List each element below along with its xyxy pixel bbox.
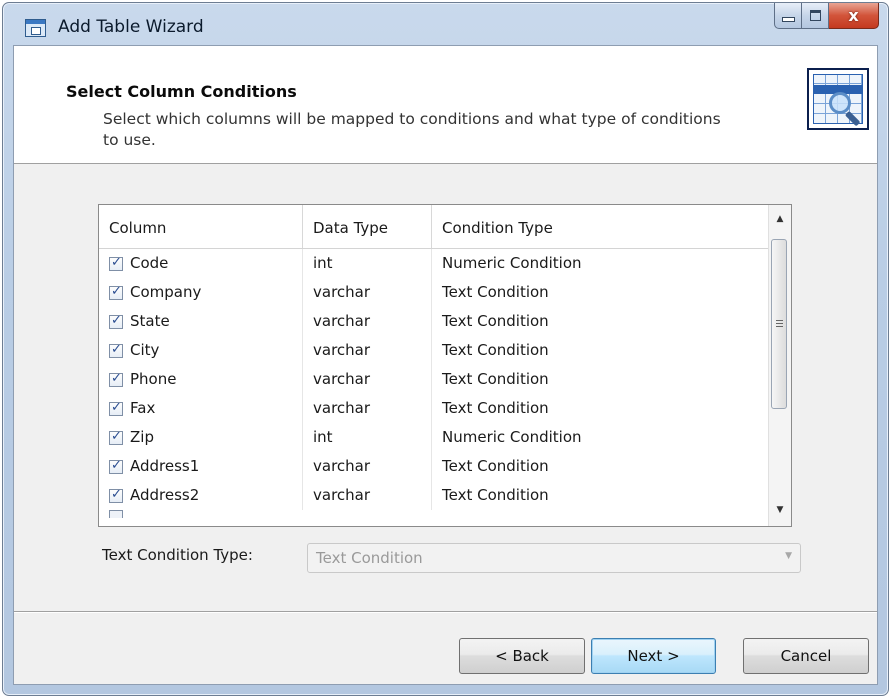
column-name: City (130, 341, 160, 359)
close-icon: x (848, 5, 859, 25)
maximize-button[interactable] (802, 3, 829, 29)
data-type-cell: varchar (303, 452, 432, 481)
cancel-button[interactable]: Cancel (743, 638, 869, 674)
data-type-cell: varchar (303, 481, 432, 510)
condition-type-cell[interactable]: Numeric Condition (432, 249, 769, 278)
table-row[interactable]: Company varcharText Condition (99, 278, 769, 307)
data-type-cell: int (303, 423, 432, 452)
column-name-cell: Company (99, 278, 303, 307)
data-type-cell: varchar (303, 365, 432, 394)
data-type-cell: varchar (303, 278, 432, 307)
column-header-condition-type[interactable]: Condition Type (432, 205, 769, 248)
table-row[interactable]: State varcharText Condition (99, 307, 769, 336)
column-conditions-grid[interactable]: Column Data Type Condition Type CodeintN… (98, 204, 792, 527)
data-type-cell: varchar (303, 394, 432, 423)
text-condition-type-value: Text Condition (316, 549, 423, 567)
text-condition-type-select[interactable]: Text Condition ▼ (307, 543, 801, 573)
scroll-down-arrow-icon[interactable]: ▼ (769, 498, 791, 522)
grip-icon (776, 320, 783, 328)
condition-type-cell[interactable]: Text Condition (432, 336, 769, 365)
row-checkbox[interactable] (109, 486, 123, 504)
column-name-cell: State (99, 307, 303, 336)
wizard-window: Add Table Wizard x Select Column Conditi… (2, 2, 889, 696)
row-checkbox[interactable] (109, 457, 123, 475)
condition-type-cell[interactable]: Text Condition (432, 307, 769, 336)
grid-body: CodeintNumeric ConditionCompanyvarcharTe… (99, 249, 769, 518)
column-name: Zip (130, 428, 154, 446)
column-name: Address1 (130, 457, 200, 475)
row-checkbox[interactable] (109, 312, 123, 330)
window-title: Add Table Wizard (58, 17, 204, 37)
row-checkbox[interactable] (109, 428, 123, 446)
column-header-data-type[interactable]: Data Type (303, 205, 432, 248)
table-row[interactable]: Fax varcharText Condition (99, 394, 769, 423)
minimize-button[interactable] (774, 3, 802, 29)
condition-type-cell[interactable]: Numeric Condition (432, 423, 769, 452)
column-name: Code (130, 254, 169, 272)
next-button[interactable]: Next > (591, 638, 716, 674)
page-description: Select which columns will be mapped to c… (103, 110, 721, 149)
column-name-cell: City (99, 336, 303, 365)
table-row-partial (99, 510, 769, 518)
row-checkbox[interactable] (109, 341, 123, 359)
back-button[interactable]: < Back (459, 638, 585, 674)
row-checkbox[interactable] (109, 399, 123, 417)
column-header-column[interactable]: Column (99, 205, 303, 248)
wizard-client-area: Select Column Conditions Select which co… (13, 45, 878, 685)
footer-divider (14, 611, 877, 612)
page-title: Select Column Conditions (66, 82, 297, 101)
column-name-cell: Zip (99, 423, 303, 452)
condition-type-cell[interactable]: Text Condition (432, 481, 769, 510)
magnifier-lens-graphic (829, 92, 851, 114)
column-name-cell: Address1 (99, 452, 303, 481)
wizard-header: Select Column Conditions Select which co… (14, 46, 877, 164)
column-name-cell: Address2 (99, 481, 303, 510)
title-bar[interactable]: Add Table Wizard x (3, 3, 888, 45)
column-name: State (130, 312, 170, 330)
data-type-cell: varchar (303, 336, 432, 365)
minimize-icon (781, 17, 795, 22)
table-row[interactable]: Address1 varcharText Condition (99, 452, 769, 481)
column-name-cell: Code (99, 249, 303, 278)
data-type-cell: varchar (303, 307, 432, 336)
text-condition-type-label: Text Condition Type: (102, 546, 253, 564)
chevron-down-icon: ▼ (785, 551, 792, 561)
row-checkbox[interactable] (109, 370, 123, 388)
column-name-cell: Fax (99, 394, 303, 423)
column-name: Phone (130, 370, 177, 388)
table-row[interactable]: Code intNumeric Condition (99, 249, 769, 278)
condition-type-cell[interactable]: Text Condition (432, 452, 769, 481)
row-checkbox[interactable] (109, 283, 123, 301)
column-name: Address2 (130, 486, 200, 504)
data-type-cell: int (303, 249, 432, 278)
vertical-scrollbar[interactable]: ▲ ▼ (768, 205, 791, 526)
condition-type-cell[interactable]: Text Condition (432, 365, 769, 394)
condition-type-cell[interactable]: Text Condition (432, 278, 769, 307)
condition-type-cell[interactable]: Text Condition (432, 394, 769, 423)
scroll-thumb[interactable] (771, 239, 787, 409)
scroll-up-arrow-icon[interactable]: ▲ (769, 207, 791, 231)
close-button[interactable]: x (829, 3, 879, 29)
table-row[interactable]: City varcharText Condition (99, 336, 769, 365)
row-checkbox[interactable] (109, 254, 123, 272)
table-row[interactable]: Address2 varcharText Condition (99, 481, 769, 510)
table-row[interactable]: Zip intNumeric Condition (99, 423, 769, 452)
app-icon (25, 19, 46, 37)
column-name: Company (130, 283, 202, 301)
caption-buttons: x (774, 3, 879, 31)
table-row[interactable]: Phone varcharText Condition (99, 365, 769, 394)
row-checkbox[interactable] (109, 510, 123, 518)
grid-header: Column Data Type Condition Type (99, 205, 769, 249)
maximize-icon (809, 10, 821, 21)
column-name-cell: Phone (99, 365, 303, 394)
table-search-icon (807, 68, 869, 130)
column-name: Fax (130, 399, 156, 417)
